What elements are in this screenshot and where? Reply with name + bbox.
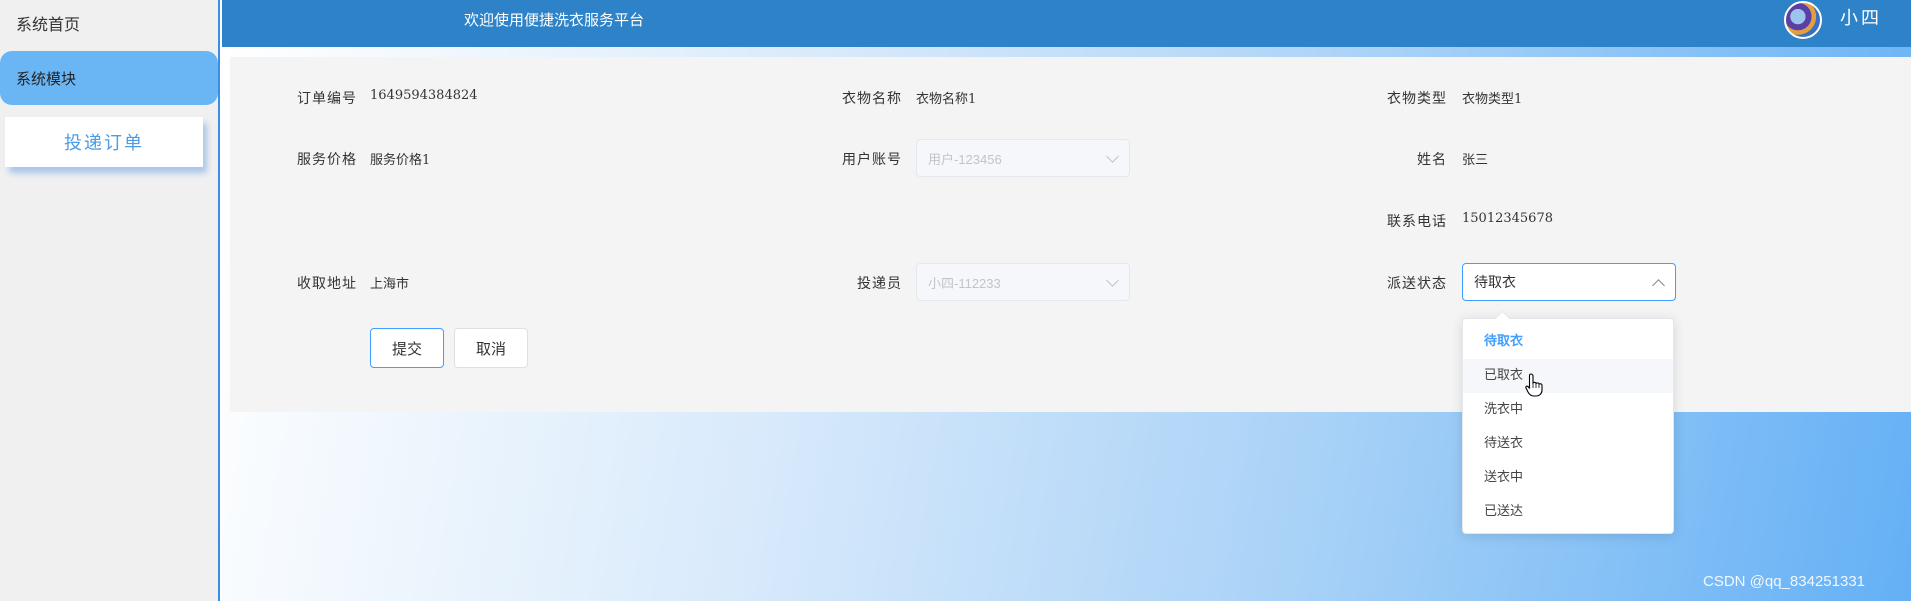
chevron-up-icon (1652, 279, 1665, 292)
pickup-address-label: 收取地址 (297, 276, 357, 292)
order-no-label: 订单编号 (297, 91, 357, 107)
dropdown-option[interactable]: 待取衣 (1463, 325, 1673, 359)
hand-pointer-icon (1525, 373, 1543, 397)
sidebar: 系统首页 系统模块 投递订单 (0, 0, 220, 601)
avatar[interactable] (1784, 1, 1822, 39)
service-price-label: 服务价格 (297, 152, 357, 168)
user-account-label: 用户账号 (842, 152, 902, 168)
pickup-address-value: 上海市 (370, 277, 410, 292)
clothes-name-label: 衣物名称 (842, 91, 902, 107)
sidebar-item-system-module[interactable]: 系统模块 (0, 51, 218, 105)
sidebar-item-home[interactable]: 系统首页 (0, 0, 220, 46)
clothes-name-value: 衣物名称1 (916, 92, 977, 107)
delivery-status-select-value: 待取衣 (1474, 274, 1516, 290)
service-price-value: 服务价格1 (370, 153, 431, 168)
chevron-down-icon (1106, 274, 1119, 287)
user-account-select-value: 用户-123456 (928, 151, 1002, 167)
order-no-value: 1649594384824 (370, 88, 478, 103)
submit-button[interactable]: 提交 (370, 328, 444, 368)
dropdown-option[interactable]: 待送衣 (1463, 427, 1673, 461)
delivery-status-select[interactable]: 待取衣 (1462, 263, 1676, 301)
header-title: 欢迎使用便捷洗衣服务平台 (464, 11, 645, 29)
delivery-status-dropdown: 待取衣 已取衣 洗衣中 待送衣 送衣中 已送达 (1462, 318, 1674, 534)
clothes-type-label: 衣物类型 (1387, 91, 1447, 107)
clothes-type-value: 衣物类型1 (1462, 92, 1523, 107)
name-label: 姓名 (1417, 152, 1447, 168)
courier-select-value: 小四-112233 (928, 275, 1001, 291)
dropdown-option[interactable]: 洗衣中 (1463, 393, 1673, 427)
phone-label: 联系电话 (1387, 214, 1447, 230)
user-account-select: 用户-123456 (916, 139, 1130, 177)
dropdown-option[interactable]: 已取衣 (1463, 359, 1673, 393)
sidebar-subitem-delivery-orders[interactable]: 投递订单 (5, 117, 203, 167)
phone-value: 15012345678 (1462, 211, 1553, 226)
name-value: 张三 (1462, 153, 1489, 168)
username[interactable]: 小四 (1840, 0, 1882, 38)
dropdown-option[interactable]: 送衣中 (1463, 461, 1673, 495)
dropdown-option[interactable]: 已送达 (1463, 495, 1673, 529)
delivery-status-label: 派送状态 (1387, 276, 1447, 292)
chevron-down-icon (1106, 150, 1119, 163)
courier-select: 小四-112233 (916, 263, 1130, 301)
watermark: CSDN @qq_834251331 (1703, 573, 1866, 590)
courier-label: 投递员 (857, 276, 902, 292)
top-header: 欢迎使用便捷洗衣服务平台 小四 (222, 0, 1911, 47)
cancel-button[interactable]: 取消 (454, 328, 528, 368)
